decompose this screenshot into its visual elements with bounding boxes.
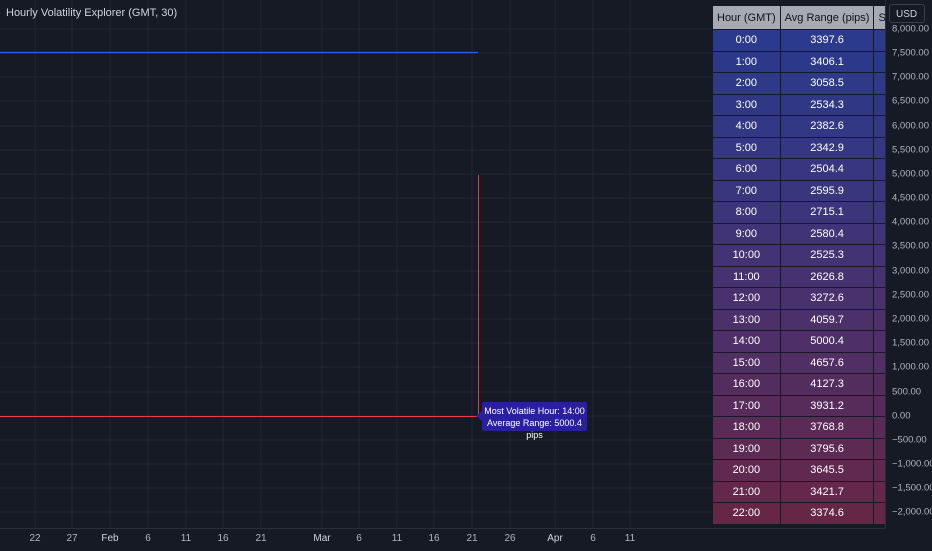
time-tick-label: 27 — [66, 533, 78, 544]
time-tick-label: 11 — [624, 533, 636, 544]
avg-range-cell: 3397.6 — [779, 29, 875, 52]
most-volatile-label: Most Volatile Hour: 14:00 Average Range:… — [482, 402, 587, 440]
time-tick-label: Apr — [547, 533, 563, 544]
price-tick-label: 0.00 — [892, 410, 911, 422]
avg-range-cell: 2715.1 — [779, 201, 875, 224]
time-tick-label: 6 — [590, 533, 596, 544]
price-tick-label: 5,500.00 — [892, 144, 929, 156]
price-tick-label: 5,000.00 — [892, 168, 929, 180]
hour-cell: 1:00 — [712, 50, 781, 73]
avg-range-cell: 2534.3 — [779, 93, 875, 116]
price-tick-label: 3,000.00 — [892, 265, 929, 277]
time-tick-label: 22 — [29, 533, 41, 544]
time-tick-label: Mar — [313, 533, 331, 544]
price-tick-label: −1,500.00 — [892, 482, 932, 494]
price-tick-label: 1,500.00 — [892, 337, 929, 349]
price-tick-label: 2,000.00 — [892, 313, 929, 325]
avg-range-cell: 3795.6 — [779, 437, 875, 460]
hour-cell: 5:00 — [712, 136, 781, 159]
hour-cell: 21:00 — [712, 480, 781, 503]
time-tick-label: 6 — [145, 533, 151, 544]
price-tick-label: 4,000.00 — [892, 216, 929, 228]
hour-cell: 13:00 — [712, 308, 781, 331]
avg-range-cell: 3374.6 — [779, 502, 875, 525]
price-tick-label: 7,000.00 — [892, 71, 929, 83]
hour-cell: 16:00 — [712, 373, 781, 396]
avg-range-cell: 2342.9 — [779, 136, 875, 159]
time-tick-label: 6 — [356, 533, 362, 544]
price-tick-label: −500.00 — [892, 434, 927, 446]
avg-range-cell: 3421.7 — [779, 480, 875, 503]
hour-cell: 7:00 — [712, 179, 781, 202]
hour-cell: 10:00 — [712, 244, 781, 267]
avg-range-cell: 2595.9 — [779, 179, 875, 202]
price-tick-label: 8,000.00 — [892, 23, 929, 35]
avg-range-cell: 3645.5 — [779, 459, 875, 482]
label-range-text: Average Range: 5000.4 pips — [487, 418, 582, 440]
time-tick-label: 11 — [391, 533, 403, 544]
hour-cell: 14:00 — [712, 330, 781, 353]
avg-range-cell: 4059.7 — [779, 308, 875, 331]
avg-range-cell: 3768.8 — [779, 416, 875, 439]
avg-range-cell: 4127.3 — [779, 373, 875, 396]
avg-range-cell: 4657.6 — [779, 351, 875, 374]
avg-range-cell: 2525.3 — [779, 244, 875, 267]
time-tick-label: 21 — [466, 533, 478, 544]
hour-cell: 15:00 — [712, 351, 781, 374]
time-tick-label: Feb — [101, 533, 119, 544]
hour-cell: 18:00 — [712, 416, 781, 439]
header-hour: Hour (GMT) — [712, 5, 781, 30]
hour-cell: 22:00 — [712, 502, 781, 525]
hour-cell: 2:00 — [712, 72, 781, 95]
hour-cell: 0:00 — [712, 29, 781, 52]
avg-range-cell: 2504.4 — [779, 158, 875, 181]
time-tick-label: 16 — [217, 533, 229, 544]
price-tick-label: 2,500.00 — [892, 289, 929, 301]
price-tick-label: 6,500.00 — [892, 95, 929, 107]
hour-cell: 6:00 — [712, 158, 781, 181]
avg-range-cell: 2382.6 — [779, 115, 875, 138]
hour-cell: 8:00 — [712, 201, 781, 224]
time-tick-label: 16 — [428, 533, 440, 544]
avg-range-cell: 3272.6 — [779, 287, 875, 310]
hour-cell: 3:00 — [712, 93, 781, 116]
avg-range-cell: 3406.1 — [779, 50, 875, 73]
header-avg-range: Avg Range (pips) — [779, 5, 875, 30]
price-tick-label: 4,500.00 — [892, 192, 929, 204]
price-tick-label: 7,500.00 — [892, 47, 929, 59]
price-tick-label: 1,000.00 — [892, 361, 929, 373]
avg-range-cell: 5000.4 — [779, 330, 875, 353]
hour-cell: 12:00 — [712, 287, 781, 310]
avg-range-cell: 2580.4 — [779, 222, 875, 245]
hour-cell: 20:00 — [712, 459, 781, 482]
label-hour-text: Most Volatile Hour: 14:00 — [484, 406, 585, 416]
price-tick-label: −1,000.00 — [892, 458, 932, 470]
time-tick-label: 26 — [504, 533, 516, 544]
time-tick-label: 11 — [180, 533, 192, 544]
hour-cell: 11:00 — [712, 265, 781, 288]
hour-cell: 4:00 — [712, 115, 781, 138]
currency-button[interactable]: USD — [889, 4, 925, 23]
price-tick-label: −2,000.00 — [892, 506, 932, 518]
avg-range-cell: 3058.5 — [779, 72, 875, 95]
hour-cell: 17:00 — [712, 394, 781, 417]
price-tick-label: 500.00 — [892, 386, 922, 398]
time-axis[interactable] — [0, 528, 885, 551]
indicator-title[interactable]: Hourly Volatility Explorer (GMT, 30) — [6, 7, 177, 19]
time-tick-label: 21 — [255, 533, 267, 544]
price-tick-label: 6,000.00 — [892, 120, 929, 132]
hour-cell: 19:00 — [712, 437, 781, 460]
avg-range-cell: 3931.2 — [779, 394, 875, 417]
hour-cell: 9:00 — [712, 222, 781, 245]
price-tick-label: 3,500.00 — [892, 240, 929, 252]
avg-range-cell: 2626.8 — [779, 265, 875, 288]
